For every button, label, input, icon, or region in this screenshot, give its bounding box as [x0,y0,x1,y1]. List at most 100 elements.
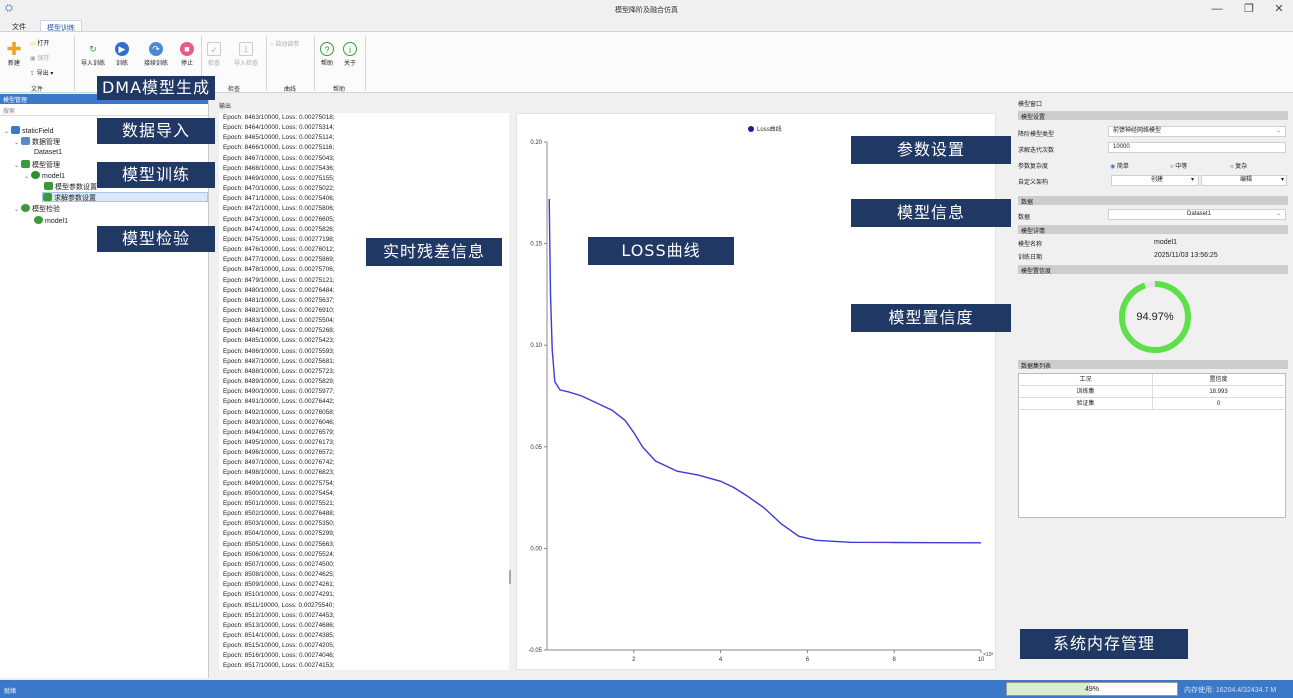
tree-node-solve-params[interactable]: 求解参数设置 [42,192,208,202]
save-button[interactable]: ▣ 保存 [30,53,49,62]
window-title: 模型降阶及融合仿真 [615,7,678,14]
create-button[interactable]: 创建 ▾ [1111,175,1199,186]
output-log[interactable]: Epoch: 8463/10000, Loss: 0.00275018; Epoc… [219,113,509,670]
search-input[interactable]: 搜索 [0,104,208,116]
maximize-button[interactable]: ❐ [1236,1,1262,17]
help-button[interactable]: ? 帮助 [318,42,336,67]
chevron-down-icon: ⌄ [1275,211,1281,217]
tree-node-model-params[interactable]: 模型参数设置 [44,182,97,192]
model-icon [31,171,40,179]
file-group-label: 文件 [30,87,43,93]
y-tick-label: 0.00 [530,546,542,552]
edit-button[interactable]: 编辑 ▾ [1201,175,1287,186]
log-line: Epoch: 8483/10000, Loss: 0.00275504; [223,317,335,325]
auto-tune-toggle[interactable]: ○ 自动调参 [270,39,299,48]
dataset-table: 工况 置信度 训练集 18.993 验证集 0 [1018,373,1286,518]
y-tick-label: 0.15 [530,242,542,248]
y-tick-label: -0.05 [528,648,542,654]
y-tick-label: 0.10 [530,343,542,349]
output-title: 输出 [219,104,232,110]
continue-train-button[interactable]: ↷ 接续训练 [138,42,174,67]
radio-checked-icon: ◉ [1110,164,1116,170]
log-line: Epoch: 8507/10000, Loss: 0.00274500; [223,560,335,568]
import-check-button[interactable]: ⇩ 导入检查 [228,42,264,67]
dataset-select[interactable]: Dataset1 ⌄ [1108,209,1286,220]
minimize-button[interactable]: — [1204,1,1230,17]
callout-dma: DMA模型生成 [97,76,215,100]
export-button[interactable]: ⇪ 导出 ▾ [30,68,53,77]
log-line: Epoch: 8508/10000, Loss: 0.00274625; [223,571,335,579]
log-line: Epoch: 8479/10000, Loss: 0.00275121; [223,276,335,284]
memory-progress-bar: 49% [1006,682,1178,696]
stop-icon: ■ [180,42,194,56]
reduce-type-label: 降阶模型类型 [1018,132,1055,138]
x-tick-label: 8 [893,657,897,663]
database-icon [11,126,20,134]
import-train-button[interactable]: ↻ 导入训练 [78,42,108,67]
log-line: Epoch: 8473/10000, Loss: 0.00276605; [223,215,335,223]
reduce-type-select[interactable]: 前馈神经网络模型 ⌄ [1108,126,1286,137]
chevron-down-icon: ⌄ [24,174,30,180]
chevron-down-icon: ⌄ [14,207,20,213]
tree-node-model-check[interactable]: ⌄ 模型检验 [14,204,60,214]
tree-node-dataset[interactable]: Dataset1 [34,148,62,158]
log-line: Epoch: 8489/10000, Loss: 0.00275829; [223,378,335,386]
import-check-icon: ⇩ [239,42,253,56]
tree-node-check-model1[interactable]: model1 [34,216,68,226]
radio-icon: ○ [270,42,274,48]
log-line: Epoch: 8506/10000, Loss: 0.00275524; [223,550,335,558]
train-button[interactable]: ▶ 训练 [112,42,132,67]
tree-node-data-management[interactable]: ⌄ 数据管理 [14,137,60,147]
log-line: Epoch: 8501/10000, Loss: 0.00275521; [223,499,335,507]
section-model-settings: 模型设置 [1018,111,1288,121]
chevron-down-icon: ⌄ [4,129,10,135]
log-line: Epoch: 8504/10000, Loss: 0.00275299; [223,530,335,538]
open-button[interactable]: ▭ 打开 [30,38,49,47]
log-line: Epoch: 8497/10000, Loss: 0.00276742; [223,459,335,467]
radio-icon: ○ [1230,164,1234,170]
log-line: Epoch: 8503/10000, Loss: 0.00275350; [223,520,335,528]
log-line: Epoch: 8490/10000, Loss: 0.00275977; [223,388,335,396]
new-button[interactable]: ✚ 新建 [4,40,24,67]
tree-node-model1[interactable]: ⌄ model1 [24,171,65,181]
close-button[interactable]: ✕ [1266,1,1292,17]
log-line: Epoch: 8486/10000, Loss: 0.00275593; [223,347,335,355]
splitter-handle[interactable] [509,570,511,584]
tree-node-root[interactable]: ⌄ staticField [4,126,54,136]
section-data: 数据 [1018,196,1288,206]
confidence-value: 94.97% [1136,311,1174,323]
log-line: Epoch: 8465/10000, Loss: 0.00275114; [223,134,335,142]
table-cell: 验证集 [1076,401,1095,407]
log-line: Epoch: 8505/10000, Loss: 0.00275663; [223,540,335,548]
log-line: Epoch: 8484/10000, Loss: 0.00275268; [223,327,335,335]
check-button[interactable]: ✓ 检查 [204,42,224,67]
callout-confidence: 模型置信度 [851,304,1011,332]
about-button[interactable]: i 关于 [341,42,359,67]
log-line: Epoch: 8488/10000, Loss: 0.00275723; [223,367,335,375]
log-line: Epoch: 8478/10000, Loss: 0.00275706; [223,266,335,274]
log-line: Epoch: 8500/10000, Loss: 0.00275454; [223,489,335,497]
log-line: Epoch: 8482/10000, Loss: 0.00276910; [223,306,335,314]
complexity-complex-radio[interactable]: ○ 复杂 [1230,161,1247,170]
iter-input[interactable]: 10000 [1108,142,1286,153]
x-tick-label: 2 [632,657,636,663]
model-window-panel: 模型窗口 模型设置 降阶模型类型 前馈神经网络模型 ⌄ 求解迭代次数 10000 … [1018,97,1288,527]
train-date-label: 训练日期 [1018,255,1043,261]
info-icon: i [343,42,357,56]
log-line: Epoch: 8494/10000, Loss: 0.00276579; [223,428,335,436]
callout-memory: 系统内存管理 [1020,629,1188,659]
status-bar: 就绪 49% 内存使用: 16204.4/32434.7 M [0,680,1293,698]
log-line: Epoch: 8471/10000, Loss: 0.00275406; [223,195,335,203]
log-line: Epoch: 8509/10000, Loss: 0.00274261; [223,581,335,589]
complexity-simple-radio[interactable]: ◉ 简单 [1110,161,1129,170]
complexity-medium-radio[interactable]: ○ 中等 [1170,161,1187,170]
log-line: Epoch: 8496/10000, Loss: 0.00276572; [223,449,335,457]
log-line: Epoch: 8502/10000, Loss: 0.00276488; [223,510,335,518]
legend-marker [748,126,754,132]
tree-node-model-management[interactable]: ⌄ 模型管理 [14,160,60,170]
loss-chart-svg: 0.200.150.100.050.00-0.052 4 6 8 10×10³Loss曲… [528,125,993,663]
stop-button[interactable]: ■ 停止 [176,42,198,67]
memory-usage-text: 内存使用: 16204.4/32434.7 M [1184,687,1277,694]
model-window-title: 模型窗口 [1018,102,1043,108]
log-line: Epoch: 8487/10000, Loss: 0.00275681; [223,357,335,365]
